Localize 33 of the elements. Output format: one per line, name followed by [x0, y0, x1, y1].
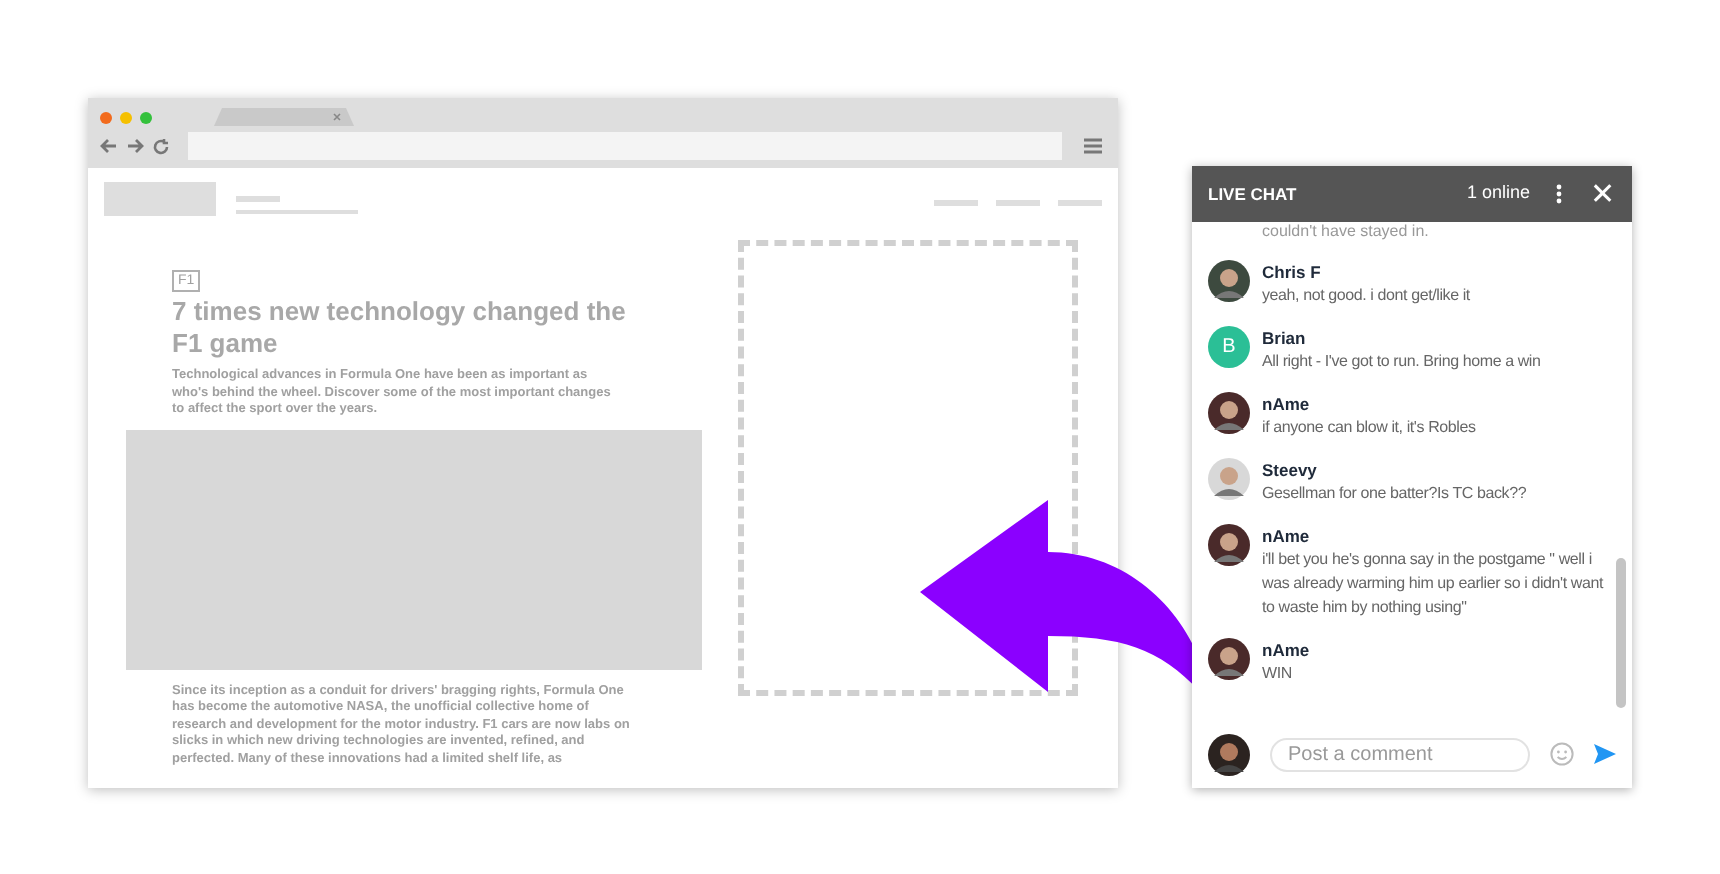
user-name: nAme: [1262, 524, 1312, 548]
message-text: yeah, not good. i dont get/like it: [1262, 284, 1470, 308]
message-text: if anyone can blow it, it's Robles: [1262, 416, 1476, 440]
nav-placeholder: [996, 200, 1040, 206]
message-text: Gesellman for one batter?Is TC back??: [1262, 482, 1527, 506]
comment-field[interactable]: Post a comment: [1270, 737, 1530, 771]
nav-placeholder: [1058, 200, 1102, 206]
user-name: Brian: [1262, 326, 1308, 350]
back-icon[interactable]: [100, 138, 118, 154]
avatar-icon: [1208, 733, 1250, 775]
forward-icon[interactable]: [126, 138, 144, 154]
online-count: 1 online: [1466, 180, 1530, 207]
menu-icon[interactable]: [1084, 138, 1102, 154]
message-text: couldn't have stayed in.: [1260, 222, 1431, 242]
message-text: i'll bet you he's gonna say in the postgame " well i was already warming him up earlier so i didn't want to waste him by nothing using": [1262, 548, 1606, 620]
emoji-icon[interactable]: [1550, 742, 1574, 766]
scrollbar-thumb[interactable]: [1616, 558, 1626, 708]
nav-placeholder: [934, 200, 978, 206]
message-text: WIN: [1262, 662, 1294, 686]
send-icon[interactable]: [1594, 744, 1616, 764]
user-name: Chris F: [1262, 260, 1323, 284]
avatar-icon: B: [1208, 326, 1250, 368]
article-title: 7 times new technology changed the F1 game: [172, 296, 628, 360]
message-text: All right - I've got to run. Bring home a win: [1262, 350, 1541, 374]
user-name: nAme: [1262, 392, 1312, 416]
chat-title: LIVE CHAT: [1208, 181, 1297, 207]
nav-placeholder: [236, 196, 280, 202]
close-button[interactable]: ✕: [1590, 179, 1616, 209]
logo-placeholder: [104, 182, 216, 216]
more-icon[interactable]: [1556, 184, 1562, 204]
user-name: Steevy: [1262, 458, 1319, 482]
user-name: nAme: [1262, 638, 1310, 662]
reload-icon[interactable]: [152, 137, 170, 155]
